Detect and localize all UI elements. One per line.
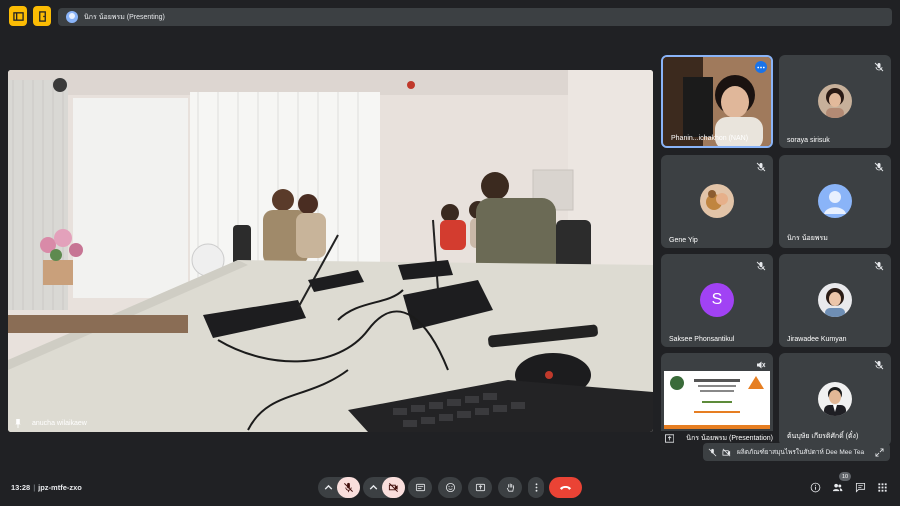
meeting-code[interactable]: jpz-mtfe-zxo	[38, 483, 82, 492]
participant-name: Jirawadee Kumyan	[787, 336, 847, 343]
participant-tile-tonbusai[interactable]: ต้นบุษัย เกียรติศักดิ์ (ตั๋ง)	[779, 353, 891, 446]
expand-icon[interactable]	[875, 447, 884, 457]
reactions-button[interactable]	[438, 477, 462, 498]
presentation-thumbnail	[664, 371, 770, 429]
present-now-button[interactable]	[468, 477, 492, 498]
pinned-message-text: ผลิตภัณฑ์ยาสมุนไพรในสัปดาห์ Dee Mee Tea	[737, 449, 865, 456]
mic-toggle-button[interactable]	[337, 477, 360, 498]
more-icon	[535, 483, 537, 492]
main-video-feed[interactable]: anucha wilaikaew	[8, 70, 653, 432]
mic-off-icon	[874, 62, 884, 72]
participant-tile-nan[interactable]: Phanin...ichakhon (NAN)	[661, 55, 773, 148]
presenter-avatar	[66, 11, 78, 23]
info-icon[interactable]	[810, 482, 821, 493]
mic-off-icon	[874, 261, 884, 271]
meeting-time: 13:28	[11, 483, 31, 492]
more-options-button[interactable]	[528, 477, 544, 498]
participant-avatar-letter: S	[700, 283, 734, 317]
chevron-up-icon	[369, 484, 377, 490]
participant-tile-presentation[interactable]: นิกร น้อยพรม (Presentation)	[661, 353, 773, 446]
present-icon	[475, 483, 485, 492]
chat-icon[interactable]	[855, 482, 866, 493]
captions-icon	[415, 483, 425, 492]
leave-room-button[interactable]	[33, 6, 51, 26]
bottom-control-bar: 13:28 | jpz-mtfe-zxo	[0, 472, 900, 502]
panel-toggle-button[interactable]	[9, 6, 27, 26]
mic-off-icon	[874, 360, 884, 370]
main-speaker-name: anucha wilaikaew	[32, 420, 87, 427]
participant-tile-soraya[interactable]: soraya sirisuk	[779, 55, 891, 148]
participant-tile-jirawadee[interactable]: Jirawadee Kumyan	[779, 254, 891, 347]
emoji-icon	[445, 482, 455, 493]
activities-icon[interactable]	[877, 482, 888, 493]
participant-avatar	[818, 283, 852, 317]
participant-tile-nikorn[interactable]: นิกร น้อยพรม	[779, 155, 891, 248]
mic-off-icon	[708, 448, 717, 456]
more-dots-icon	[757, 66, 765, 68]
presenting-banner[interactable]: นิกร น้อยพรม (Presenting)	[58, 8, 892, 26]
captions-button[interactable]	[408, 477, 432, 498]
meeting-info: 13:28 | jpz-mtfe-zxo	[11, 483, 82, 492]
people-icon[interactable]	[832, 482, 843, 493]
people-count-badge: 10	[839, 472, 851, 481]
cam-off-icon	[722, 448, 731, 456]
chevron-up-icon	[324, 484, 332, 490]
pin-icon[interactable]	[14, 419, 22, 428]
present-icon	[665, 434, 675, 443]
mic-off-icon	[756, 261, 766, 271]
panel-icon	[12, 11, 24, 21]
meeting-room-scene	[8, 70, 653, 432]
leave-call-button[interactable]	[549, 477, 582, 498]
participant-name: Gene Yip	[669, 237, 698, 244]
raise-hand-button[interactable]	[498, 477, 522, 498]
door-icon	[38, 10, 46, 22]
participant-name: Phanin...ichakhon (NAN)	[671, 135, 749, 142]
mic-off-icon	[344, 482, 353, 493]
participant-name: soraya sirisuk	[787, 137, 830, 144]
participant-tile-saksee[interactable]: S Saksee Phonsantikul	[661, 254, 773, 347]
default-avatar-icon	[818, 184, 852, 218]
camera-options-button[interactable]	[365, 477, 381, 498]
participant-avatar	[818, 84, 852, 118]
main-video-name-label: anucha wilaikaew	[14, 419, 87, 428]
participant-avatar	[818, 382, 852, 416]
volume-off-icon	[757, 361, 766, 369]
hangup-icon	[559, 485, 572, 490]
pinned-message-bar[interactable]: ผลิตภัณฑ์ยาสมุนไพรในสัปดาห์ Dee Mee Tea	[703, 443, 890, 461]
participant-name: Saksee Phonsantikul	[669, 336, 735, 343]
camera-toggle-button[interactable]	[382, 477, 405, 498]
raise-hand-icon	[506, 483, 514, 492]
mic-options-button[interactable]	[320, 477, 336, 498]
mic-off-icon	[874, 162, 884, 172]
participant-name: ต้นบุษัย เกียรติศักดิ์ (ตั๋ง)	[787, 433, 859, 440]
participant-avatar	[700, 184, 734, 218]
mic-off-icon	[756, 162, 766, 172]
top-bar: นิกร น้อยพรม (Presenting)	[6, 6, 894, 28]
participant-name: นิกร น้อยพรม	[787, 235, 828, 242]
tile-options-button[interactable]	[755, 61, 767, 73]
presenting-label: นิกร น้อยพรม (Presenting)	[84, 13, 165, 21]
cam-off-icon	[388, 483, 398, 492]
participant-tile-gene[interactable]: Gene Yip	[661, 155, 773, 248]
